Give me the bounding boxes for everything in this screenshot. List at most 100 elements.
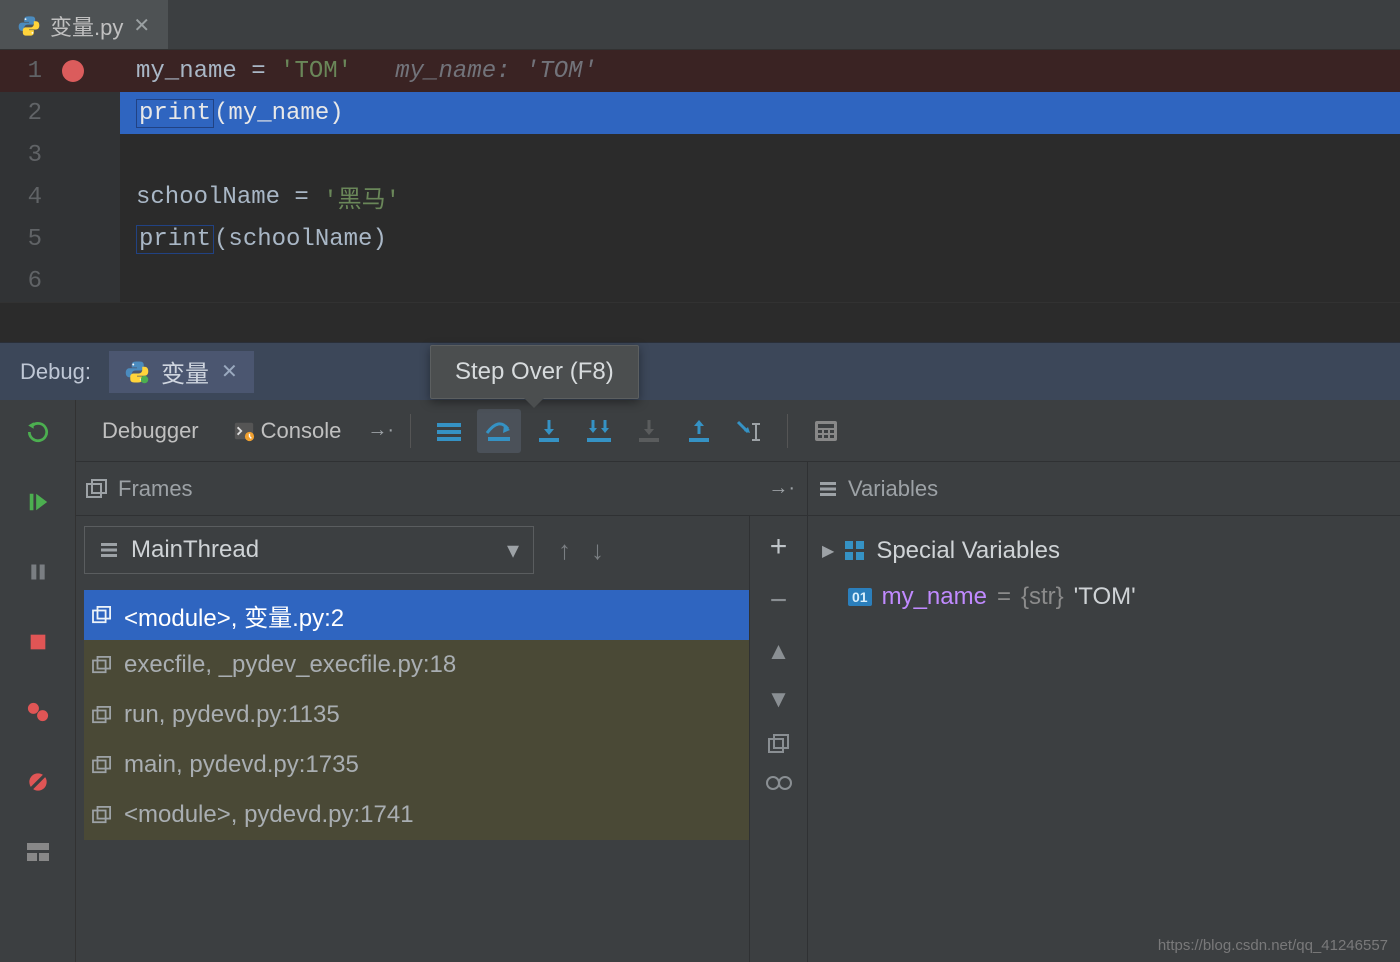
code-line[interactable] [120, 134, 1400, 176]
thread-name: MainThread [131, 536, 259, 564]
step-over-button[interactable] [477, 409, 521, 453]
variables-icon [818, 479, 838, 499]
frame-label: <module>, 变量.py:2 [124, 598, 344, 633]
run-to-cursor-button[interactable] [727, 409, 771, 453]
restore-layout-icon[interactable]: →· [768, 477, 795, 500]
code-line[interactable]: schoolName = '黑马' [120, 176, 1400, 218]
close-tab-icon[interactable]: ✕ [133, 13, 150, 38]
resume-button[interactable] [20, 484, 56, 520]
debug-config-name: 变量 [161, 354, 209, 389]
variables-pane: Variables ▶ Special Variables 01 my_name [808, 462, 1400, 962]
stack-frame-row[interactable]: <module>, pydevd.py:1741 [84, 790, 749, 840]
frames-body: MainThread ▾ ↑ ↓ <module>, 变量.py:2 execfi… [76, 516, 807, 962]
line-number: 3 [2, 142, 42, 169]
layout-button[interactable] [20, 834, 56, 870]
variable-type-badge: 01 [848, 588, 872, 606]
stop-button[interactable] [20, 624, 56, 660]
line-number: 4 [2, 184, 42, 211]
editor-gutter: 123456 [0, 50, 120, 302]
debug-config-chip[interactable]: 变量 ✕ [109, 351, 254, 393]
debug-panels: Frames →· MainThread ▾ ↑ [76, 462, 1400, 962]
frames-title: Frames [118, 476, 193, 502]
editor-tabbar: 变量.py ✕ [0, 0, 1400, 50]
debug-side-toolbar [0, 400, 76, 962]
stack-frame-row[interactable]: <module>, 变量.py:2 [84, 590, 749, 640]
expand-icon: ▶ [822, 541, 834, 561]
code-editor[interactable]: 123456 my_name = 'TOM' my_name: 'TOM'pri… [0, 50, 1400, 302]
move-down-button[interactable]: ▼ [767, 686, 791, 714]
frames-side-buttons: + − ▲ ▼ [749, 516, 807, 962]
file-tab-label: 变量.py [50, 10, 123, 42]
file-tab[interactable]: 变量.py ✕ [0, 0, 168, 49]
code-line[interactable]: my_name = 'TOM' my_name: 'TOM' [120, 50, 1400, 92]
line-number: 5 [2, 226, 42, 253]
debug-label: Debug: [20, 359, 91, 385]
frame-icon [92, 756, 112, 774]
special-vars-icon [844, 540, 866, 562]
debug-toolwindow-header: Debug: 变量 ✕ [0, 342, 1400, 400]
chevron-down-icon: ▾ [507, 536, 519, 565]
frames-left: MainThread ▾ ↑ ↓ <module>, 变量.py:2 execfi… [76, 516, 749, 962]
duplicate-button[interactable] [768, 734, 790, 754]
step-into-my-code-button[interactable] [577, 409, 621, 453]
variables-header: Variables [808, 462, 1400, 516]
frame-icon [92, 806, 112, 824]
view-breakpoints-button[interactable] [20, 694, 56, 730]
breakpoint-icon[interactable] [62, 60, 84, 82]
debug-toolbar: Debugger Console →· [76, 400, 1400, 462]
frames-header: Frames →· [76, 462, 807, 516]
code-line[interactable]: print(schoolName) [120, 218, 1400, 260]
remove-watch-button[interactable]: − [770, 584, 788, 618]
step-into-button[interactable] [527, 409, 571, 453]
move-up-button[interactable]: ▲ [767, 638, 791, 666]
frames-pane: Frames →· MainThread ▾ ↑ [76, 462, 808, 962]
variable-type: {str} [1021, 583, 1064, 611]
python-file-icon [18, 15, 40, 37]
frame-icon [92, 606, 112, 624]
debugger-tab[interactable]: Debugger [88, 412, 213, 450]
tooltip: Step Over (F8) [430, 345, 639, 399]
console-tab[interactable]: Console [219, 412, 356, 450]
pause-button[interactable] [20, 554, 56, 590]
frame-icon [92, 656, 112, 674]
special-variables-row[interactable]: ▶ Special Variables [816, 528, 1136, 574]
debug-main: Debugger Console →· Frames [0, 400, 1400, 962]
frame-label: <module>, pydevd.py:1741 [124, 801, 414, 829]
show-watches-button[interactable] [765, 774, 793, 792]
show-execution-point-button[interactable] [427, 409, 471, 453]
console-tab-label: Console [261, 418, 342, 444]
stack-frame-row[interactable]: main, pydevd.py:1735 [84, 740, 749, 790]
rerun-button[interactable] [20, 414, 56, 450]
frame-label: main, pydevd.py:1735 [124, 751, 359, 779]
variable-row[interactable]: 01 my_name = {str} 'TOM' [816, 574, 1136, 620]
next-frame-button[interactable]: ↓ [591, 535, 604, 566]
add-watch-button[interactable]: + [770, 530, 788, 564]
variable-name: my_name [882, 583, 987, 611]
frames-icon [86, 479, 108, 499]
evaluate-expression-button[interactable] [804, 409, 848, 453]
stack-frame-row[interactable]: run, pydevd.py:1135 [84, 690, 749, 740]
force-step-into-button[interactable] [627, 409, 671, 453]
stack-frame-row[interactable]: execfile, _pydev_execfile.py:18 [84, 640, 749, 690]
variables-body[interactable]: ▶ Special Variables 01 my_name = {str} '… [808, 516, 1400, 962]
debug-right-area: Debugger Console →· Frames [76, 400, 1400, 962]
code-line[interactable] [120, 260, 1400, 302]
special-variables-label: Special Variables [876, 537, 1060, 565]
editor-code[interactable]: my_name = 'TOM' my_name: 'TOM'print(my_n… [120, 50, 1400, 302]
prev-frame-button[interactable]: ↑ [558, 535, 571, 566]
variable-eq: = [997, 583, 1011, 611]
line-number: 2 [2, 100, 42, 127]
tooltip-text: Step Over (F8) [455, 358, 614, 385]
frames-list[interactable]: <module>, 变量.py:2 execfile, _pydev_execfi… [84, 590, 749, 840]
python-run-icon [125, 360, 149, 384]
step-out-button[interactable] [677, 409, 721, 453]
variable-value: 'TOM' [1074, 583, 1136, 611]
mute-breakpoints-button[interactable] [20, 764, 56, 800]
watermark: https://blog.csdn.net/qq_41246557 [1158, 937, 1388, 954]
code-line[interactable]: print(my_name) [120, 92, 1400, 134]
close-debug-tab-icon[interactable]: ✕ [221, 359, 238, 384]
pin-icon[interactable]: →· [367, 419, 394, 442]
thread-selector[interactable]: MainThread ▾ [84, 526, 534, 574]
editor-divider [0, 302, 1400, 342]
console-icon [233, 420, 255, 442]
